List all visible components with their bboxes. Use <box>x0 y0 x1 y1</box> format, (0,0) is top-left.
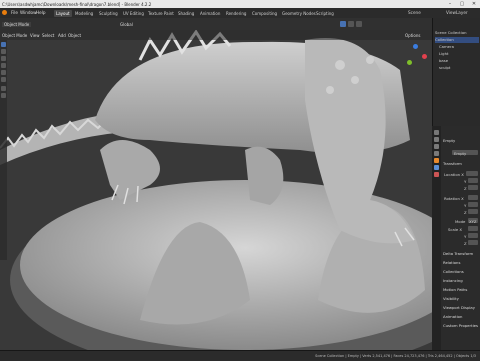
properties-tab-strip <box>432 126 441 350</box>
transform-panel-header[interactable]: Transform <box>443 161 462 166</box>
outliner-panel: Scene Collection Collection Camera Light… <box>432 18 480 126</box>
viewport-menu-row: Object Mode View Select Add Object Optio… <box>0 30 432 40</box>
maximize-button[interactable]: ▢ <box>456 0 468 8</box>
tab-animation[interactable]: Animation <box>198 10 222 17</box>
transform-orientation[interactable]: Global <box>120 22 133 27</box>
tab-compositing[interactable]: Compositing <box>250 10 279 17</box>
animation-section[interactable]: Animation <box>443 314 462 319</box>
status-bar: Scene Collection | Empty | Verts 2,541,4… <box>0 350 480 361</box>
properties-object-name: Empty <box>443 138 456 143</box>
location-y-field[interactable] <box>468 178 478 183</box>
window-title: C:\Users\asdwhjamc\Downloads\mesh-final\… <box>2 1 152 7</box>
object-name-value: Empty <box>454 150 467 156</box>
menu-file[interactable]: File <box>11 10 18 15</box>
measure-tool-icon[interactable] <box>1 93 6 98</box>
instancing-section[interactable]: Instancing <box>443 278 463 283</box>
scale-tool-icon[interactable] <box>1 70 6 75</box>
view-layer-selector[interactable]: ViewLayer <box>446 10 468 15</box>
gizmo-x-icon[interactable] <box>422 54 427 59</box>
options-dropdown[interactable]: Options <box>405 33 420 38</box>
tab-modeling[interactable]: Modeling <box>73 10 95 17</box>
collections-section[interactable]: Collections <box>443 269 464 274</box>
output-properties-icon[interactable] <box>434 144 439 149</box>
outliner-row-collection[interactable]: Collection <box>435 37 479 43</box>
scale-y-field[interactable] <box>468 233 478 238</box>
blender-logo-icon[interactable] <box>2 10 7 15</box>
scale-z-field[interactable] <box>468 240 478 245</box>
location-y-label: Y <box>464 179 467 184</box>
scale-x-field[interactable] <box>468 226 478 231</box>
custom-properties-section[interactable]: Custom Properties <box>443 323 478 328</box>
menu-help[interactable]: Help <box>36 10 46 15</box>
scale-z-label: Z <box>464 241 467 246</box>
rotation-x-field[interactable] <box>468 195 478 200</box>
rotation-x-label: Rotation X <box>444 196 464 201</box>
location-z-field[interactable] <box>468 185 478 190</box>
mode-selector[interactable]: Object Mode <box>2 21 32 27</box>
cursor-tool-icon[interactable] <box>1 49 6 54</box>
tab-shading[interactable]: Shading <box>176 10 196 17</box>
viewport-header: Object Mode Global <box>0 18 432 30</box>
viewport-shading-render-icon[interactable] <box>356 21 362 27</box>
scale-x-label: Scale X <box>448 227 463 232</box>
title-bar: C:\Users\asdwhjamc\Downloads\mesh-final\… <box>0 0 480 8</box>
rotation-mode-label: Mode <box>455 219 466 224</box>
viewport-display-section[interactable]: Viewport Display <box>443 305 475 310</box>
rotate-tool-icon[interactable] <box>1 63 6 68</box>
sculpt-render <box>0 30 432 350</box>
tab-uv-editing[interactable]: UV Editing <box>121 10 146 17</box>
annotate-tool-icon[interactable] <box>1 86 6 91</box>
relations-section[interactable]: Relations <box>443 260 460 265</box>
render-properties-icon[interactable] <box>434 137 439 142</box>
tab-sculpting[interactable]: Sculpting <box>97 10 120 17</box>
scale-y-label: Y <box>464 234 467 239</box>
menu-select[interactable]: Select <box>42 33 54 38</box>
mode-label[interactable]: Object Mode <box>2 33 27 38</box>
tab-texture-paint[interactable]: Texture Paint <box>146 10 176 17</box>
3d-viewport[interactable] <box>0 30 432 350</box>
location-x-label: Location X <box>444 172 464 177</box>
physics-properties-icon[interactable] <box>434 165 439 170</box>
gizmo-y-icon[interactable] <box>407 60 412 65</box>
outliner-row-scene-collection[interactable]: Scene Collection <box>435 30 467 36</box>
gizmo-z-icon[interactable] <box>413 44 418 49</box>
location-z-label: Z <box>464 186 467 191</box>
tab-layout[interactable]: Layout <box>54 9 72 17</box>
tool-properties-icon[interactable] <box>434 130 439 135</box>
menu-add[interactable]: Add <box>58 33 66 38</box>
outliner-row-sculpt[interactable]: sculpt <box>439 65 450 71</box>
minimize-button[interactable]: – <box>444 0 456 8</box>
close-button[interactable]: ✕ <box>468 0 480 8</box>
tab-geometry-nodes[interactable]: Geometry Nodes <box>280 10 318 17</box>
delta-transform-header[interactable]: Delta Transform <box>443 251 473 256</box>
rotation-z-field[interactable] <box>468 209 478 214</box>
outliner-row-camera[interactable]: Camera <box>439 44 454 50</box>
menu-object[interactable]: Object <box>68 33 81 38</box>
scene-properties-icon[interactable] <box>434 151 439 156</box>
menu-view[interactable]: View <box>30 33 40 38</box>
scene-selector[interactable]: Scene <box>408 10 421 15</box>
navigation-gizmo[interactable] <box>403 44 429 70</box>
motion-paths-section[interactable]: Motion Paths <box>443 287 467 292</box>
select-tool-icon[interactable] <box>1 42 6 47</box>
rotation-mode-value: XYZ <box>469 218 477 224</box>
tab-scripting[interactable]: Scripting <box>314 10 336 17</box>
outliner-row-light[interactable]: Light <box>439 51 448 57</box>
visibility-section[interactable]: Visibility <box>443 296 459 301</box>
rotation-y-field[interactable] <box>468 202 478 207</box>
transform-tool-icon[interactable] <box>1 77 6 82</box>
status-stats: Scene Collection | Empty | Verts 2,541,4… <box>315 354 476 358</box>
viewport-shading-material-icon[interactable] <box>348 21 354 27</box>
constraint-properties-icon[interactable] <box>434 172 439 177</box>
move-tool-icon[interactable] <box>1 56 6 61</box>
tab-rendering[interactable]: Rendering <box>224 10 248 17</box>
location-x-field[interactable] <box>466 171 478 176</box>
outliner-row-base[interactable]: base <box>439 58 448 64</box>
menu-window[interactable]: Window <box>20 10 37 15</box>
viewport-shading-solid-icon[interactable] <box>340 21 346 27</box>
rotation-y-label: Y <box>464 203 467 208</box>
tool-shelf <box>0 40 7 260</box>
object-properties-icon[interactable] <box>434 158 439 163</box>
rotation-z-label: Z <box>464 210 467 215</box>
